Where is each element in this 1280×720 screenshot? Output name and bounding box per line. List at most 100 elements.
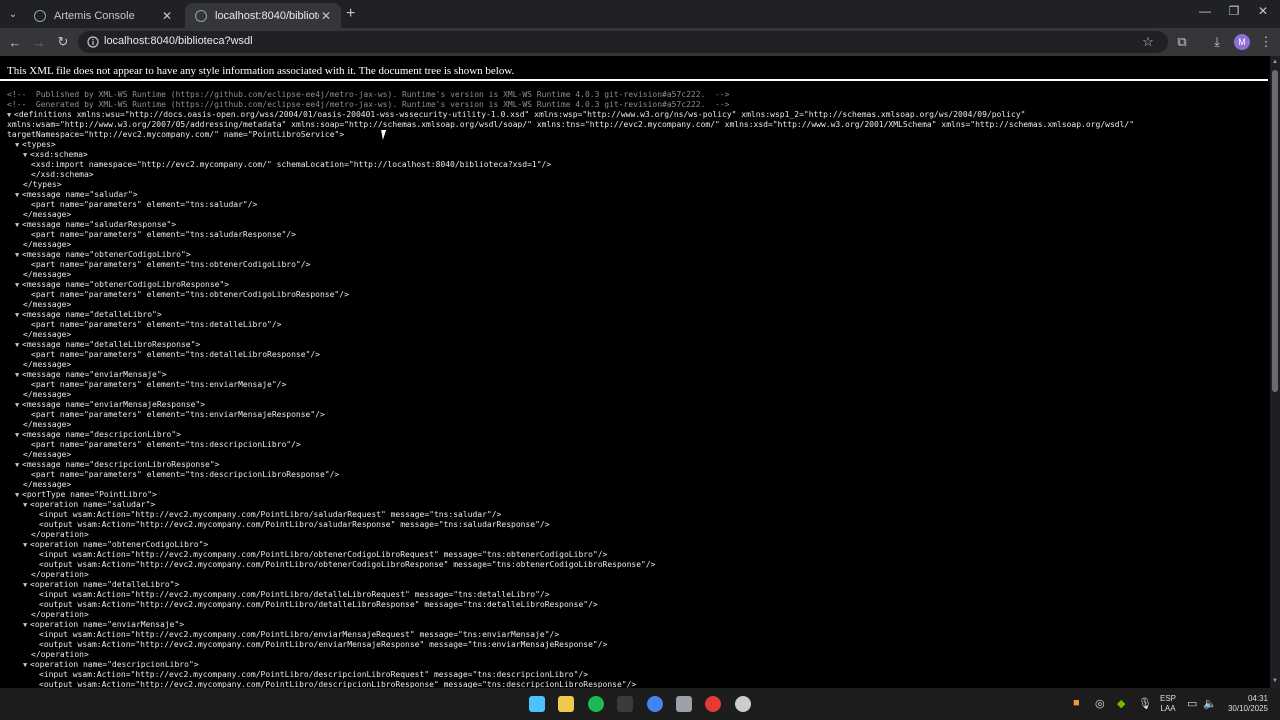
scroll-down-icon[interactable]: ▼ [1272, 678, 1278, 684]
xml-text: </message> [23, 330, 72, 339]
collapse-toggle-icon[interactable]: ▼ [23, 540, 30, 550]
xml-line: </message> [7, 240, 1134, 250]
windows-start-icon[interactable] [529, 696, 545, 712]
xml-line: </message> [7, 360, 1134, 370]
collapse-toggle-icon[interactable]: ▼ [23, 500, 30, 510]
xml-line: ▼ <message name="saludarResponse"> [7, 220, 1134, 230]
collapse-toggle-icon[interactable]: ▼ [15, 460, 22, 470]
xml-text: <message name="enviarMensajeResponse"> [22, 400, 206, 409]
xml-text: </message> [23, 210, 72, 219]
globe-icon [34, 9, 46, 22]
minimize-button[interactable]: — [1190, 4, 1220, 18]
xml-text: <part name="parameters" element="tns:env… [31, 380, 287, 389]
xml-line: <input wsam:Action="http://evc2.mycompan… [7, 630, 1134, 640]
xml-text: <operation name="obtenerCodigoLibro"> [30, 540, 209, 549]
collapse-toggle-icon[interactable]: ▼ [7, 110, 14, 120]
bookmark-star-icon[interactable]: ☆ [1139, 33, 1157, 51]
reload-button[interactable]: ↻ [54, 33, 72, 51]
tab-artemis-console[interactable]: Artemis Console ✕ [24, 3, 182, 28]
forward-button[interactable]: → [30, 33, 48, 51]
collapse-toggle-icon[interactable]: ▼ [15, 190, 22, 200]
nvidia-icon[interactable]: ◆ [1117, 697, 1125, 710]
spotify-icon[interactable] [588, 696, 604, 712]
xml-line: ▼ <message name="obtenerCodigoLibroRespon… [7, 280, 1134, 290]
close-window-button[interactable]: ✕ [1248, 4, 1278, 18]
xml-text: <input wsam:Action="http://evc2.mycompan… [39, 630, 560, 639]
volume-icon[interactable]: 🔈 [1203, 697, 1217, 710]
circle-app-icon[interactable] [735, 696, 751, 712]
xml-line: <xsd:import namespace="http://evc2.mycom… [7, 160, 1134, 170]
system-clock[interactable]: 04:31 30/10/2025 [1222, 694, 1268, 714]
xml-style-notice: This XML file does not appear to have an… [7, 65, 515, 77]
collapse-toggle-icon[interactable]: ▼ [15, 280, 22, 290]
collapse-toggle-icon[interactable]: ▼ [15, 400, 22, 410]
vertical-scrollbar[interactable]: ▲ ▼ [1270, 56, 1280, 688]
tray-network-app-icon[interactable]: ◎ [1095, 697, 1105, 710]
xml-text: <operation name="descripcionLibro"> [30, 660, 199, 669]
collapse-toggle-icon[interactable]: ▼ [15, 250, 22, 260]
collapse-toggle-icon[interactable]: ▼ [23, 150, 30, 160]
notice-divider [0, 79, 1268, 81]
xml-text: <xsd:schema> [30, 150, 88, 159]
collapse-toggle-icon[interactable]: ▼ [15, 340, 22, 350]
scroll-up-icon[interactable]: ▲ [1272, 59, 1278, 65]
xml-line: ▼ <xsd:schema> [7, 150, 1134, 160]
collapse-toggle-icon[interactable]: ▼ [15, 370, 22, 380]
xml-text: <part name="parameters" element="tns:det… [31, 350, 320, 359]
xml-line: </operation> [7, 610, 1134, 620]
app-cube-icon[interactable] [676, 696, 692, 712]
xml-text: <part name="parameters" element="tns:det… [31, 320, 282, 329]
globe-icon [195, 9, 207, 22]
collapse-toggle-icon[interactable]: ▼ [23, 580, 30, 590]
browser-menu-icon[interactable]: ⋮ [1257, 33, 1275, 51]
tab-wsdl[interactable]: localhost:8040/biblioteca?wsdl ✕ [185, 3, 341, 28]
xml-line: </operation> [7, 570, 1134, 580]
extensions-icon[interactable]: ⧉ [1173, 33, 1191, 51]
xml-text: <xsd:import namespace="http://evc2.mycom… [31, 160, 552, 169]
xml-text: <message name="obtenerCodigoLibroRespons… [22, 280, 230, 289]
close-tab-icon[interactable]: ✕ [319, 9, 333, 23]
collapse-toggle-icon[interactable]: ▼ [15, 430, 22, 440]
microphone-icon[interactable]: 🎙 [1138, 697, 1152, 710]
input-language[interactable]: ESP LAA [1160, 694, 1176, 714]
xml-line: ▼ <message name="enviarMensajeResponse"> [7, 400, 1134, 410]
xml-line: <part name="parameters" element="tns:det… [7, 320, 1134, 330]
collapse-toggle-icon[interactable]: ▼ [23, 620, 30, 630]
xml-line: </operation> [7, 530, 1134, 540]
xml-line: <input wsam:Action="http://evc2.mycompan… [7, 670, 1134, 680]
tab-search-button[interactable]: ⌄ [4, 5, 22, 23]
collapse-toggle-icon[interactable]: ▼ [15, 140, 22, 150]
xml-line: ▼ <definitions xmlns:wsu="http://docs.oas… [7, 110, 1134, 120]
collapse-toggle-icon[interactable]: ▼ [15, 490, 22, 500]
collapse-toggle-icon[interactable]: ▼ [23, 660, 30, 670]
scrollbar-thumb[interactable] [1272, 70, 1278, 392]
xml-line: <part name="parameters" element="tns:sal… [7, 230, 1134, 240]
xml-text: <operation name="saludar"> [30, 500, 156, 509]
terminal-icon[interactable] [617, 696, 633, 712]
xml-line: ▼ <operation name="obtenerCodigoLibro"> [7, 540, 1134, 550]
xml-text: <part name="parameters" element="tns:sal… [31, 200, 258, 209]
xml-line: <part name="parameters" element="tns:env… [7, 410, 1134, 420]
address-bar[interactable]: localhost:8040/biblioteca?wsdl [78, 31, 1168, 53]
chrome-icon[interactable] [647, 696, 663, 712]
close-tab-icon[interactable]: ✕ [160, 9, 174, 23]
back-button[interactable]: ← [6, 33, 24, 51]
site-info-icon[interactable] [87, 36, 99, 48]
collapse-toggle-icon[interactable]: ▼ [15, 220, 22, 230]
xml-line: ▼ <operation name="detalleLibro"> [7, 580, 1134, 590]
xml-tree: <!-- Published by XML-WS Runtime (https:… [7, 90, 1134, 688]
maximize-button[interactable]: ❐ [1219, 4, 1249, 18]
new-tab-button[interactable]: + [346, 6, 355, 22]
xml-line: </types> [7, 180, 1134, 190]
wifi-icon[interactable]: ▭ [1187, 697, 1197, 710]
xml-text: </message> [23, 270, 72, 279]
collapse-toggle-icon[interactable]: ▼ [15, 310, 22, 320]
xml-line: <part name="parameters" element="tns:des… [7, 470, 1134, 480]
file-explorer-icon[interactable] [558, 696, 574, 712]
profile-avatar[interactable]: M [1234, 34, 1250, 50]
xml-line: </message> [7, 420, 1134, 430]
red-app-icon[interactable] [705, 696, 721, 712]
tab-title: localhost:8040/biblioteca?wsdl [215, 9, 319, 22]
downloads-icon[interactable]: ⤓ [1208, 33, 1226, 51]
tray-app-icon[interactable]: ■ [1073, 697, 1080, 709]
